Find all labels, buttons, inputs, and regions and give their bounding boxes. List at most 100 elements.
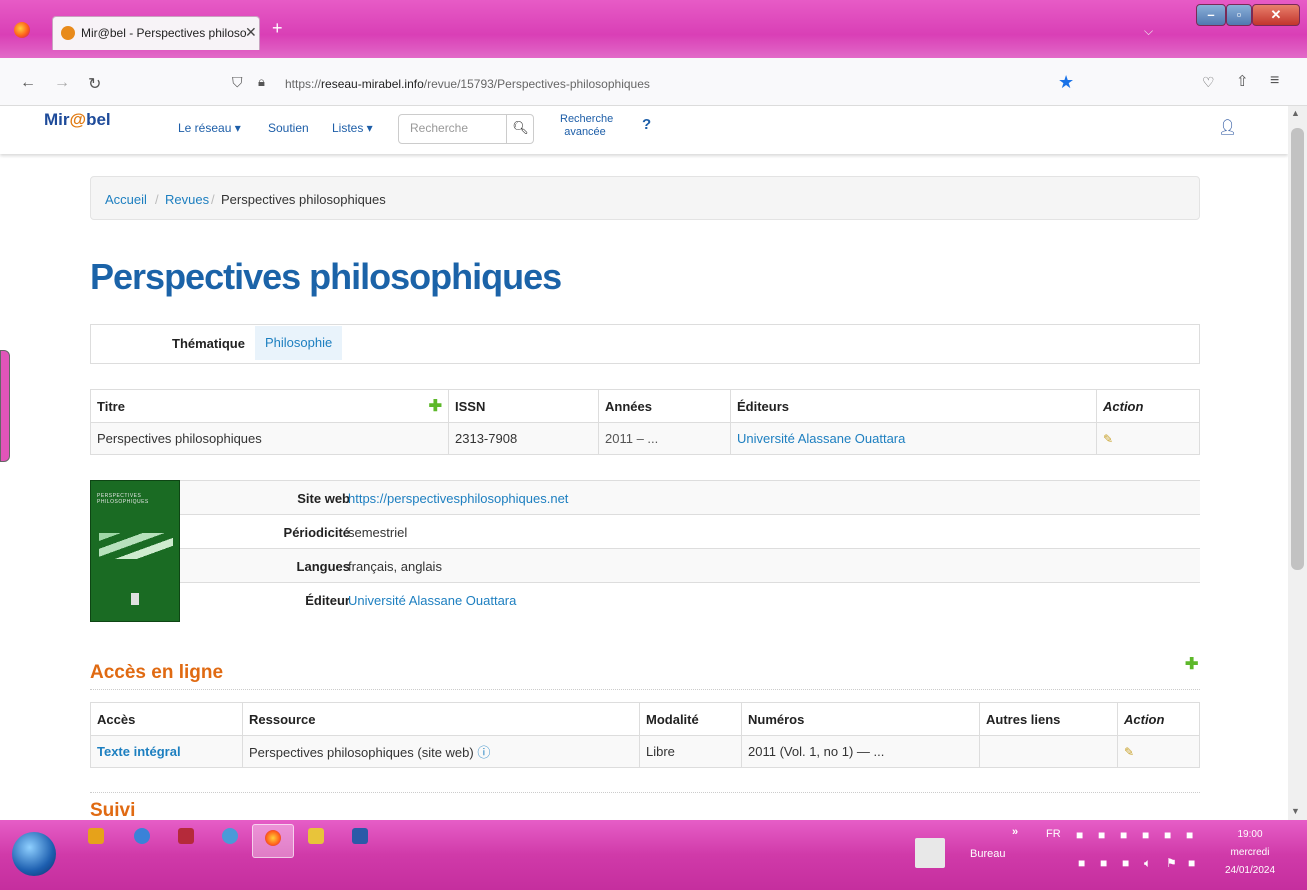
cell-texte-integral-link[interactable]: Texte intégral bbox=[90, 735, 243, 768]
taskbar-app-icon[interactable] bbox=[88, 828, 104, 844]
table-row: Perspectives philosophiques 2313-7908 20… bbox=[90, 422, 1200, 455]
cover-title: PERSPECTIVES PHILOSOPHIQUES bbox=[97, 493, 149, 505]
detail-row-langues: Langues français, anglais bbox=[180, 548, 1200, 582]
search-placeholder: Recherche bbox=[410, 121, 469, 135]
th-action: Action bbox=[1117, 702, 1200, 736]
user-icon[interactable]: 👤︎ bbox=[1218, 118, 1237, 136]
tab-close-icon[interactable]: ✕ bbox=[245, 24, 257, 41]
breadcrumb-accueil[interactable]: Accueil bbox=[105, 192, 147, 207]
detail-value: semestriel bbox=[348, 525, 408, 540]
cell-annees: 2011 – ... bbox=[598, 422, 731, 455]
cover-graphic bbox=[99, 533, 173, 559]
edit-pencil-icon[interactable]: ✎ bbox=[1103, 432, 1113, 446]
window-maximize-button[interactable]: ▫ bbox=[1226, 4, 1252, 26]
tracking-shield-icon[interactable]: ⛉ bbox=[232, 74, 243, 91]
new-tab-icon[interactable]: + bbox=[272, 18, 283, 39]
side-panel-tab[interactable] bbox=[0, 350, 10, 462]
th-titre: Titre ✚ bbox=[90, 389, 449, 423]
advanced-search-link[interactable]: Recherche avancée bbox=[560, 113, 613, 139]
nav-soutien[interactable]: Soutien bbox=[268, 121, 309, 135]
taskbar-ie-icon[interactable] bbox=[134, 828, 150, 844]
search-icon: 🔍︎ bbox=[512, 120, 529, 135]
bookmark-star-icon[interactable]: ★ bbox=[1058, 72, 1074, 93]
search-button[interactable]: 🔍︎ bbox=[506, 114, 534, 144]
forward-arrow-icon[interactable]: → bbox=[54, 74, 70, 92]
th-acces: Accès bbox=[90, 702, 243, 736]
edit-pencil-icon[interactable]: ✎ bbox=[1124, 745, 1134, 759]
divider bbox=[90, 689, 1200, 690]
th-ressource: Ressource bbox=[242, 702, 640, 736]
cell-ressource: Perspectives philosophiques (site web) ⓘ bbox=[242, 735, 640, 768]
tray-icon[interactable]: ■ bbox=[1122, 856, 1129, 870]
th-editeurs: Éditeurs bbox=[730, 389, 1097, 423]
taskbar-word-icon[interactable] bbox=[352, 828, 368, 844]
scroll-up-icon[interactable]: ▲ bbox=[1291, 108, 1300, 118]
flag-icon[interactable]: ⚑ bbox=[1166, 856, 1177, 870]
start-button[interactable] bbox=[12, 832, 56, 876]
breadcrumb-revues[interactable]: Revues bbox=[165, 192, 209, 207]
window-close-button[interactable]: ✕ bbox=[1252, 4, 1300, 26]
cover-logo bbox=[131, 593, 139, 605]
menu-icon[interactable]: ≡ bbox=[1270, 72, 1279, 90]
tab-list-chevron-icon[interactable]: ⌵ bbox=[1144, 24, 1153, 39]
add-acces-icon[interactable]: ✚ bbox=[1185, 654, 1198, 674]
tray-icon[interactable]: ■ bbox=[1078, 856, 1085, 870]
toolbar-expand-icon[interactable]: » bbox=[1012, 826, 1018, 838]
breadcrumb-current: Perspectives philosophiques bbox=[221, 192, 386, 207]
pocket-icon[interactable]: ♡ bbox=[1202, 74, 1215, 91]
th-issn: ISSN bbox=[448, 389, 599, 423]
th-numeros: Numéros bbox=[741, 702, 980, 736]
detail-label: Langues bbox=[296, 559, 350, 574]
detail-label: Site web bbox=[297, 491, 350, 506]
volume-icon[interactable]: 🔈︎ bbox=[1144, 856, 1151, 871]
scroll-down-icon[interactable]: ▼ bbox=[1291, 806, 1300, 816]
detail-row-periodicite: Périodicité semestriel bbox=[180, 514, 1200, 548]
tray-icon[interactable]: ■ bbox=[1164, 828, 1171, 842]
browser-tab[interactable]: Mir@bel - Perspectives philoso ✕ bbox=[52, 16, 260, 50]
suivi-heading: Suivi bbox=[90, 800, 136, 821]
site-logo[interactable]: Mir@bel bbox=[44, 110, 111, 130]
cell-editeur-link[interactable]: Université Alassane Ouattara bbox=[730, 422, 1097, 455]
firefox-icon bbox=[14, 22, 30, 38]
help-link[interactable]: ? bbox=[642, 116, 651, 133]
clock[interactable]: 19:00 mercredi 24/01/2024 bbox=[1220, 826, 1280, 880]
taskbar-access-icon[interactable] bbox=[178, 828, 194, 844]
detail-row-editeur: Éditeur Université Alassane Ouattara bbox=[180, 582, 1200, 616]
back-arrow-icon[interactable]: ← bbox=[20, 74, 36, 92]
titles-table: Titre ✚ ISSN Années Éditeurs Action Persp… bbox=[90, 389, 1200, 455]
tray-icon[interactable]: ■ bbox=[1100, 856, 1107, 870]
scrollbar-thumb[interactable] bbox=[1291, 128, 1304, 570]
th-action: Action bbox=[1096, 389, 1200, 423]
add-title-icon[interactable]: ✚ bbox=[429, 396, 442, 416]
cell-issn: 2313-7908 bbox=[448, 422, 599, 455]
bureau-toolbar-label[interactable]: Bureau bbox=[970, 848, 1005, 860]
tray-icon[interactable]: ■ bbox=[1142, 828, 1149, 842]
detail-site-link[interactable]: https://perspectivesphilosophiques.net bbox=[348, 491, 568, 506]
tray-icon[interactable]: ■ bbox=[1186, 828, 1193, 842]
divider bbox=[90, 792, 1200, 793]
language-indicator[interactable]: FR bbox=[1046, 828, 1061, 840]
tray-icon[interactable]: ■ bbox=[1098, 828, 1105, 842]
clock-day: mercredi bbox=[1230, 847, 1270, 858]
taskbar-globe-icon[interactable] bbox=[222, 828, 238, 844]
info-icon[interactable]: ⓘ bbox=[477, 745, 490, 760]
url-text[interactable]: https://reseau-mirabel.info/revue/15793/… bbox=[285, 77, 650, 91]
share-icon[interactable]: ⇧ bbox=[1236, 72, 1249, 90]
taskbar-firefox-icon[interactable] bbox=[265, 830, 281, 846]
lock-icon[interactable]: 🔒︎ bbox=[258, 74, 265, 90]
detail-editeur-link[interactable]: Université Alassane Ouattara bbox=[348, 593, 516, 608]
nav-listes[interactable]: Listes ▾ bbox=[332, 121, 373, 135]
acces-heading: Accès en ligne bbox=[90, 662, 224, 683]
taskbar-folder-icon[interactable] bbox=[308, 828, 324, 844]
tray-icon[interactable]: ■ bbox=[1120, 828, 1127, 842]
cell-action: ✎ bbox=[1096, 422, 1200, 455]
reload-icon[interactable]: ↻ bbox=[88, 74, 101, 94]
thematique-value-link[interactable]: Philosophie bbox=[255, 326, 343, 360]
nav-reseau[interactable]: Le réseau ▾ bbox=[178, 121, 241, 135]
detail-row-site-web: Site web https://perspectivesphilosophiq… bbox=[180, 480, 1200, 514]
window-minimize-button[interactable]: – bbox=[1196, 4, 1226, 26]
desktop-toolbar-icon[interactable] bbox=[915, 838, 945, 868]
tray-icon[interactable]: ■ bbox=[1076, 828, 1083, 842]
tray-icon[interactable]: ■ bbox=[1188, 856, 1195, 870]
cell-modalite: Libre bbox=[639, 735, 742, 768]
